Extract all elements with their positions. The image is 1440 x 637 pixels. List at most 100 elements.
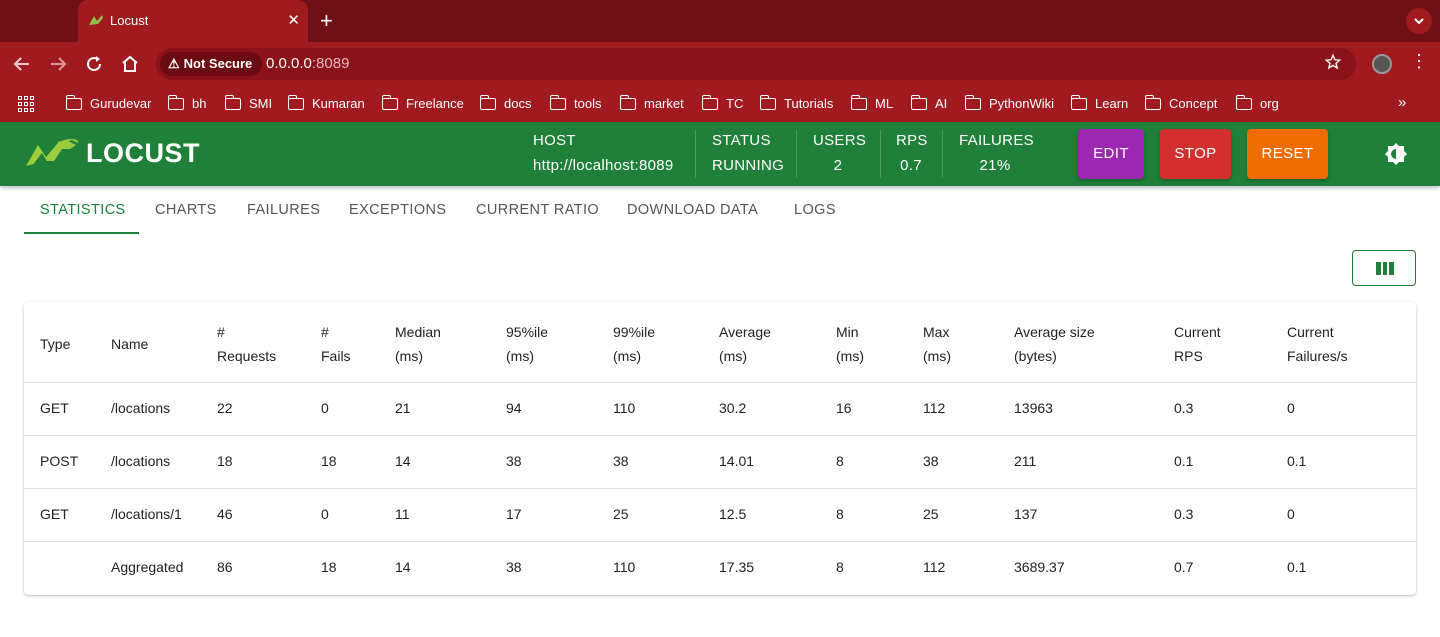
header-line: (ms) <box>836 348 864 364</box>
forward-arrow-icon[interactable] <box>46 52 70 76</box>
url-port: :8089 <box>311 55 350 72</box>
table-cell: 25 <box>923 506 939 522</box>
column-header[interactable]: Current RPS <box>1174 320 1221 368</box>
table-cell: 38 <box>506 453 522 469</box>
header-line: 99%ile <box>613 324 656 340</box>
new-tab-button[interactable]: + <box>320 8 333 34</box>
header-line: # <box>217 324 225 340</box>
bookmark-folder[interactable]: Gurudevar <box>65 94 151 111</box>
bookmark-folder[interactable]: tools <box>549 94 601 111</box>
bookmark-star-icon[interactable] <box>1324 53 1342 71</box>
bookmark-folder[interactable]: PythonWiki <box>964 94 1054 111</box>
browser-tab[interactable]: Locust ✕ <box>78 0 308 42</box>
failures-stat: FAILURES 21% <box>959 132 1034 174</box>
bookmark-label: Freelance <box>406 96 464 111</box>
table-cell: 110 <box>613 400 636 416</box>
column-header[interactable]: Max (ms) <box>923 320 951 368</box>
column-header[interactable]: Current Failures/s <box>1287 320 1348 368</box>
table-cell: 0 <box>321 506 329 522</box>
logo-text: LOCUST <box>86 138 200 168</box>
bookmark-folder[interactable]: Concept <box>1144 94 1217 111</box>
column-header[interactable]: # Fails <box>321 320 351 368</box>
tab-current-ratio[interactable]: CURRENT RATIO <box>476 202 599 218</box>
rps-label: RPS <box>896 132 928 149</box>
bookmark-folder[interactable]: ML <box>850 94 893 111</box>
header-line: (ms) <box>719 348 747 364</box>
folder-icon <box>619 94 636 110</box>
folder-icon <box>964 94 981 110</box>
table-cell: 38 <box>923 453 939 469</box>
column-header[interactable]: Type <box>40 332 70 356</box>
tab-search-button[interactable] <box>1406 8 1432 34</box>
column-selector-button[interactable] <box>1352 250 1416 286</box>
tab-statistics[interactable]: STATISTICS <box>40 202 126 218</box>
bookmark-folder[interactable]: SMI <box>224 94 272 111</box>
folder-icon <box>381 94 398 110</box>
table-cell: 112 <box>923 400 946 416</box>
bookmark-folder[interactable]: Learn <box>1070 94 1128 111</box>
more-bookmarks-icon[interactable]: » <box>1398 94 1406 111</box>
bookmarks-bar: Gurudevar bh SMI Kumaran Freelance docs … <box>0 86 1440 122</box>
reload-icon[interactable] <box>82 52 106 76</box>
column-header[interactable]: Average (ms) <box>719 320 771 368</box>
bookmark-label: bh <box>192 96 207 111</box>
browser-menu-icon[interactable]: ⋮ <box>1410 51 1428 72</box>
reset-button[interactable]: RESET <box>1247 129 1328 179</box>
table-cell: 0 <box>321 400 329 416</box>
table-cell: 8 <box>836 506 844 522</box>
divider <box>880 130 881 178</box>
bookmark-label: TC <box>726 96 744 111</box>
header-line: Average <box>719 324 771 340</box>
browser-toolbar: ⚠ Not Secure 0.0.0.0:8089 ⋮ <box>0 42 1440 86</box>
locust-logo[interactable]: LOCUST <box>24 138 200 169</box>
bookmark-folder[interactable]: Freelance <box>381 94 464 111</box>
folder-icon <box>479 94 496 110</box>
chevron-down-icon <box>1414 18 1424 25</box>
table-cell: 110 <box>613 559 636 575</box>
users-stat: USERS 2 <box>813 132 866 174</box>
stop-button[interactable]: STOP <box>1160 129 1231 179</box>
header-line: Type <box>40 336 71 352</box>
bookmark-folder[interactable]: org <box>1235 94 1279 111</box>
bookmark-folder[interactable]: TC <box>701 94 744 111</box>
column-header[interactable]: Median (ms) <box>395 320 441 368</box>
bookmark-folder[interactable]: Kumaran <box>287 94 365 111</box>
header-line: Median <box>395 324 441 340</box>
column-header[interactable]: 95%ile (ms) <box>506 320 548 368</box>
table-row: GET /locations/1 46 0 11 17 25 12.5 8 25… <box>24 489 1416 542</box>
header-line: Failures/s <box>1287 348 1348 364</box>
column-header[interactable]: Min (ms) <box>836 320 864 368</box>
tab-failures[interactable]: FAILURES <box>247 202 320 218</box>
edit-button[interactable]: EDIT <box>1078 129 1144 179</box>
header-line: Average size <box>1014 324 1095 340</box>
bookmark-folder[interactable]: Tutorials <box>759 94 833 111</box>
column-header[interactable]: # Requests <box>217 320 276 368</box>
bookmark-folder[interactable]: AI <box>910 94 947 111</box>
bookmark-folder[interactable]: bh <box>167 94 207 111</box>
column-header[interactable]: Average size (bytes) <box>1014 320 1095 368</box>
url-text[interactable]: 0.0.0.0:8089 <box>266 55 349 72</box>
table-row: POST /locations 18 18 14 38 38 14.01 8 3… <box>24 436 1416 489</box>
tab-exceptions[interactable]: EXCEPTIONS <box>349 202 446 218</box>
theme-toggle-icon[interactable] <box>1384 142 1408 166</box>
apps-grid-icon[interactable] <box>18 96 34 112</box>
tab-download-data[interactable]: DOWNLOAD DATA <box>627 202 758 218</box>
back-arrow-icon[interactable] <box>10 52 34 76</box>
column-header[interactable]: 99%ile (ms) <box>613 320 655 368</box>
not-secure-chip[interactable]: ⚠ Not Secure <box>160 52 263 76</box>
address-bar[interactable]: ⚠ Not Secure 0.0.0.0:8089 <box>156 48 1356 80</box>
folder-icon <box>701 94 718 110</box>
divider <box>695 130 696 178</box>
url-host: 0.0.0.0 <box>266 55 312 72</box>
profile-avatar[interactable] <box>1372 54 1392 74</box>
close-tab-icon[interactable]: ✕ <box>287 11 300 29</box>
home-icon[interactable] <box>118 52 142 76</box>
column-header[interactable]: Name <box>111 332 148 356</box>
bookmark-folder[interactable]: docs <box>479 94 531 111</box>
tab-logs[interactable]: LOGS <box>794 202 836 218</box>
header-line: Min <box>836 324 859 340</box>
table-cell: 0.1 <box>1287 559 1307 575</box>
table-cell: 137 <box>1014 506 1038 522</box>
tab-charts[interactable]: CHARTS <box>155 202 217 218</box>
bookmark-folder[interactable]: market <box>619 94 684 111</box>
